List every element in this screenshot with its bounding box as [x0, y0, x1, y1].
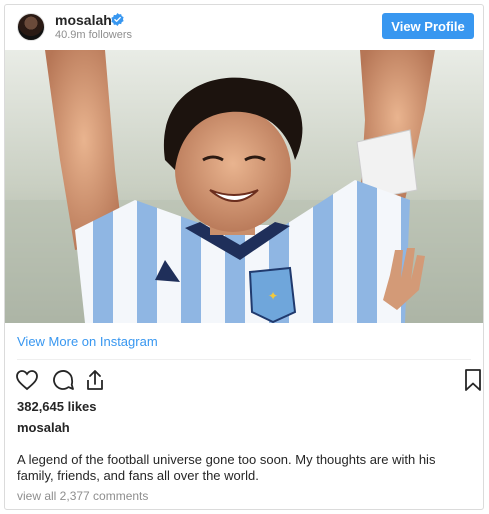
post-header: mosalah 40.9m followers View Profile — [5, 5, 483, 50]
caption-username[interactable]: mosalah — [17, 420, 70, 435]
view-comments-link[interactable]: view all 2,377 comments — [17, 489, 148, 503]
post-caption: A legend of the football universe gone t… — [17, 452, 436, 483]
like-count[interactable]: 382,645 likes — [17, 399, 97, 414]
view-profile-button[interactable]: View Profile — [382, 13, 474, 39]
heart-icon[interactable] — [15, 368, 39, 392]
follower-count: 40.9m followers — [55, 29, 133, 41]
post-image[interactable]: ✦ — [5, 50, 483, 323]
divider — [17, 359, 471, 360]
comment-icon[interactable] — [51, 368, 75, 392]
share-icon[interactable] — [83, 368, 107, 392]
bookmark-icon[interactable] — [461, 368, 484, 392]
avatar[interactable] — [17, 13, 45, 41]
post-photo-illustration: ✦ — [5, 50, 483, 323]
crest-emblem: ✦ — [268, 289, 278, 303]
username[interactable]: mosalah — [55, 12, 112, 28]
instagram-embed-card: mosalah 40.9m followers View Profile ✦ V… — [4, 4, 484, 510]
action-bar — [15, 368, 481, 394]
verified-badge-icon — [111, 13, 124, 26]
view-more-link[interactable]: View More on Instagram — [17, 334, 158, 349]
